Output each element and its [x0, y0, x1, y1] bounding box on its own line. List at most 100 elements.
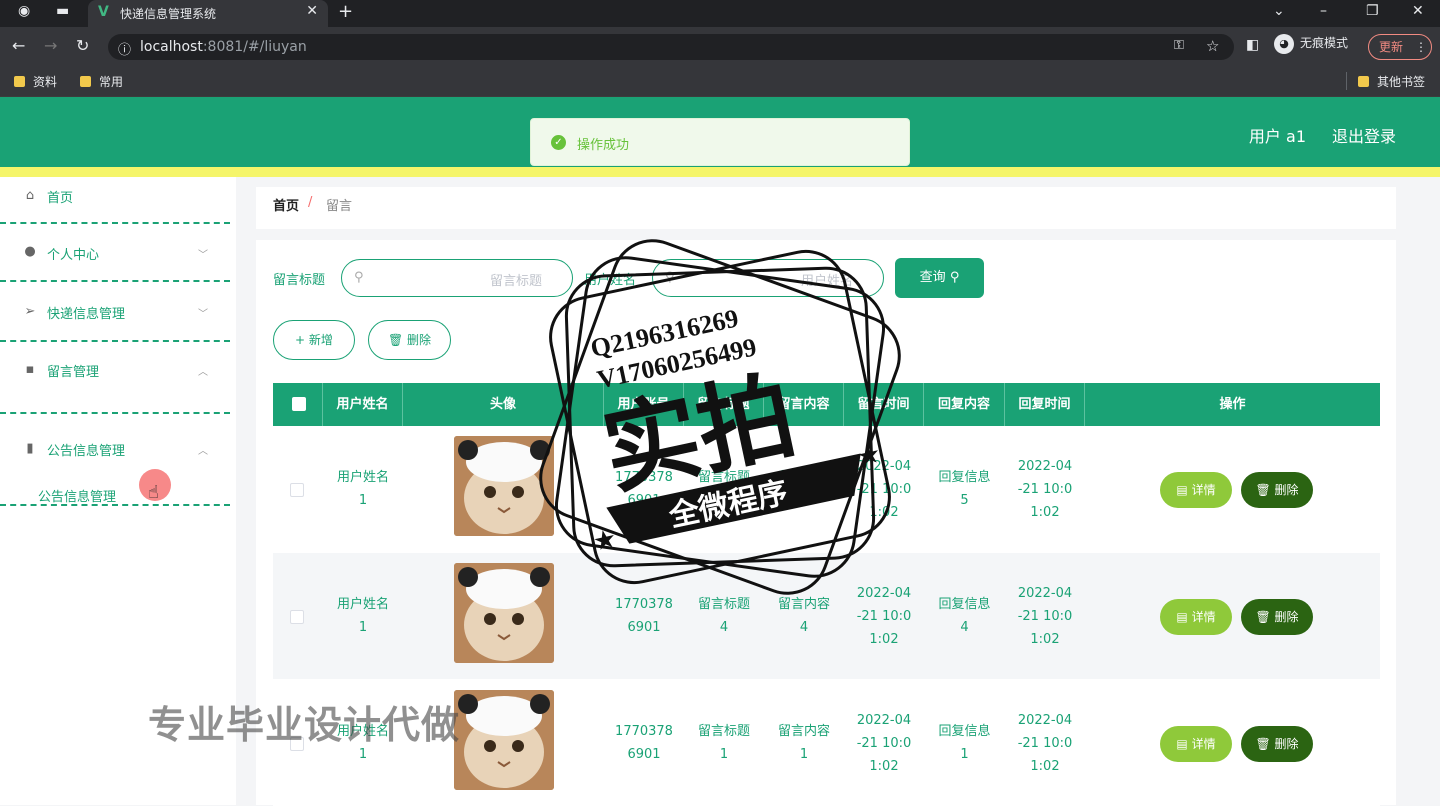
- chevron-up-icon: ︿: [198, 367, 208, 378]
- delete-button[interactable]: 🗑 删除: [1241, 472, 1313, 508]
- cell-time: 2022-04 -21 10:0 1:02: [856, 712, 912, 774]
- url-text: localhost:8081/#/liuyan: [140, 39, 307, 55]
- trash-icon: 🗑: [1255, 610, 1275, 624]
- avatar: [454, 690, 554, 790]
- chevron-down-icon: ﹀: [198, 309, 208, 320]
- sidebar-item-home[interactable]: ⌂ 首页: [0, 177, 230, 224]
- detail-button[interactable]: ▤ 详情: [1160, 726, 1232, 762]
- batch-delete-button[interactable]: 🗑 删除: [368, 320, 451, 360]
- detail-button[interactable]: ▤ 详情: [1160, 599, 1232, 635]
- cell-title: 留言标题 1: [697, 724, 750, 762]
- chevron-down-icon[interactable]: ⌄: [1273, 3, 1285, 19]
- browser-tab[interactable]: V 快递信息管理系统 ✕: [88, 0, 328, 27]
- key-icon[interactable]: ⚿: [1174, 38, 1184, 53]
- forward-icon[interactable]: →: [44, 36, 57, 55]
- cell-reply: 回复信息 1: [938, 724, 991, 762]
- sidebar-item-label: 个人中心: [47, 248, 100, 263]
- select-all-cell: [273, 383, 323, 426]
- bookmark-folder-2[interactable]: 常用: [80, 73, 123, 90]
- trash-icon: 🗑: [1255, 737, 1275, 751]
- doc-icon: ▤: [1176, 737, 1192, 751]
- cell-reply-time: 2022-04 -21 10:0 1:02: [1017, 458, 1073, 520]
- bookmarks-bar: 资料 常用 其他书签: [0, 67, 1440, 97]
- message-icon: ▪: [25, 362, 35, 377]
- sidebar-item-label: 首页: [47, 191, 74, 206]
- col-reply: 回复内容: [924, 383, 1005, 426]
- vue-icon: V: [98, 4, 109, 20]
- cell-name: 用户姓名 1: [336, 597, 389, 635]
- hand-cursor-icon: ☝: [148, 482, 159, 503]
- restore-icon[interactable]: ❐: [1366, 3, 1379, 19]
- search-icon: ⚲: [354, 270, 364, 285]
- cell-reply-time: 2022-04 -21 10:0 1:02: [1017, 585, 1073, 647]
- user-icon: ●: [24, 244, 36, 259]
- update-button[interactable]: 更新 ⋮: [1368, 34, 1432, 60]
- notice-icon: ▮: [26, 441, 34, 456]
- logout-link[interactable]: 退出登录: [1332, 123, 1396, 147]
- close-window-icon[interactable]: ✕: [1412, 3, 1424, 19]
- delete-button[interactable]: 🗑 删除: [1241, 599, 1313, 635]
- cell-reply: 回复信息 4: [938, 597, 991, 635]
- col-actions: 操作: [1219, 397, 1246, 412]
- breadcrumb: 首页 / 留言: [256, 187, 1396, 229]
- cell-name: 用户姓名 1: [336, 470, 389, 508]
- breadcrumb-separator: /: [308, 195, 313, 210]
- incognito-icon: ◕: [1274, 34, 1294, 54]
- browser-tabbar: ◉ ▬ V 快递信息管理系统 ✕ + ⌄ – ❐ ✕: [0, 0, 1440, 27]
- sidebar-item-label: 快递信息管理: [47, 307, 126, 322]
- other-bookmarks[interactable]: 其他书签: [1358, 73, 1425, 90]
- folder-icon: [14, 76, 25, 87]
- chevron-up-icon: ︿: [198, 446, 208, 457]
- reload-icon[interactable]: ↻: [76, 36, 89, 55]
- address-bar: ← → ↻ ⓘ localhost:8081/#/liuyan ⚿ ☆ ◧ ◕ 无…: [0, 27, 1440, 67]
- star-icon: ★: [590, 524, 619, 558]
- minimize-icon[interactable]: –: [1320, 3, 1327, 19]
- cell-reply: 回复信息 5: [938, 470, 991, 508]
- col-reply-time: 回复时间: [1005, 383, 1085, 426]
- user-label: 用户 a1: [1248, 127, 1306, 146]
- detail-button[interactable]: ▤ 详情: [1160, 472, 1232, 508]
- title-search-label: 留言标题: [273, 273, 326, 288]
- new-tab-icon[interactable]: +: [338, 1, 353, 22]
- row-checkbox[interactable]: [290, 483, 304, 497]
- info-icon[interactable]: ⓘ: [118, 39, 131, 58]
- sidebar-item-label: 公告信息管理: [47, 444, 126, 459]
- header-stripe: [0, 167, 1440, 177]
- trash-icon: 🗑: [387, 333, 408, 347]
- row-checkbox[interactable]: [290, 610, 304, 624]
- select-all-checkbox[interactable]: [292, 397, 306, 411]
- url-input[interactable]: ⓘ localhost:8081/#/liuyan ⚿ ☆: [108, 34, 1234, 60]
- bookmark-folder-1[interactable]: 资料: [14, 73, 57, 90]
- sidebar-subitem-notice[interactable]: 公告信息管理: [38, 486, 116, 505]
- doc-icon: ▤: [1176, 610, 1192, 624]
- sidepanel-icon[interactable]: ◧: [1246, 37, 1259, 53]
- cell-account: 17703786901: [615, 724, 673, 762]
- sidebar-item-messages[interactable]: ▪ 留言管理 ︿: [0, 350, 230, 414]
- add-button[interactable]: + 新增: [273, 320, 355, 360]
- plus-icon: +: [295, 333, 309, 347]
- trash-icon: 🗑: [1255, 483, 1275, 497]
- folder-icon: [80, 76, 91, 87]
- folder-icon: [1358, 76, 1369, 87]
- cell-reply-time: 2022-04 -21 10:0 1:02: [1017, 712, 1073, 774]
- doc-icon: ▤: [1176, 483, 1192, 497]
- breadcrumb-home[interactable]: 首页: [273, 195, 299, 214]
- sidebar-item-label: 留言管理: [47, 365, 100, 380]
- stamp-overlay: Q2196316269 V17060256499 实拍 全微程序 ★ ★: [539, 239, 901, 595]
- tab-icon[interactable]: ▬: [56, 3, 69, 19]
- toast-text: 操作成功: [577, 138, 630, 153]
- tab-title: 快递信息管理系统: [120, 7, 217, 21]
- sidebar-item-express[interactable]: ➢ 快递信息管理 ﹀: [0, 292, 230, 342]
- delete-button[interactable]: 🗑 删除: [1241, 726, 1313, 762]
- incognito-badge[interactable]: ◕ 无痕模式: [1274, 34, 1348, 54]
- star-icon[interactable]: ☆: [1206, 37, 1219, 55]
- bookmark-divider: [1346, 72, 1347, 90]
- watermark-text: 专业毕业设计代做: [148, 703, 461, 747]
- back-icon[interactable]: ←: [12, 36, 25, 55]
- sidebar-item-profile[interactable]: ● 个人中心 ﹀: [0, 234, 230, 282]
- globe-icon[interactable]: ◉: [18, 3, 30, 19]
- chevron-down-icon: ﹀: [198, 250, 208, 261]
- close-tab-icon[interactable]: ✕: [306, 3, 318, 19]
- cell-content: 留言内容 1: [777, 724, 830, 762]
- search-icon: ⚲: [949, 270, 960, 285]
